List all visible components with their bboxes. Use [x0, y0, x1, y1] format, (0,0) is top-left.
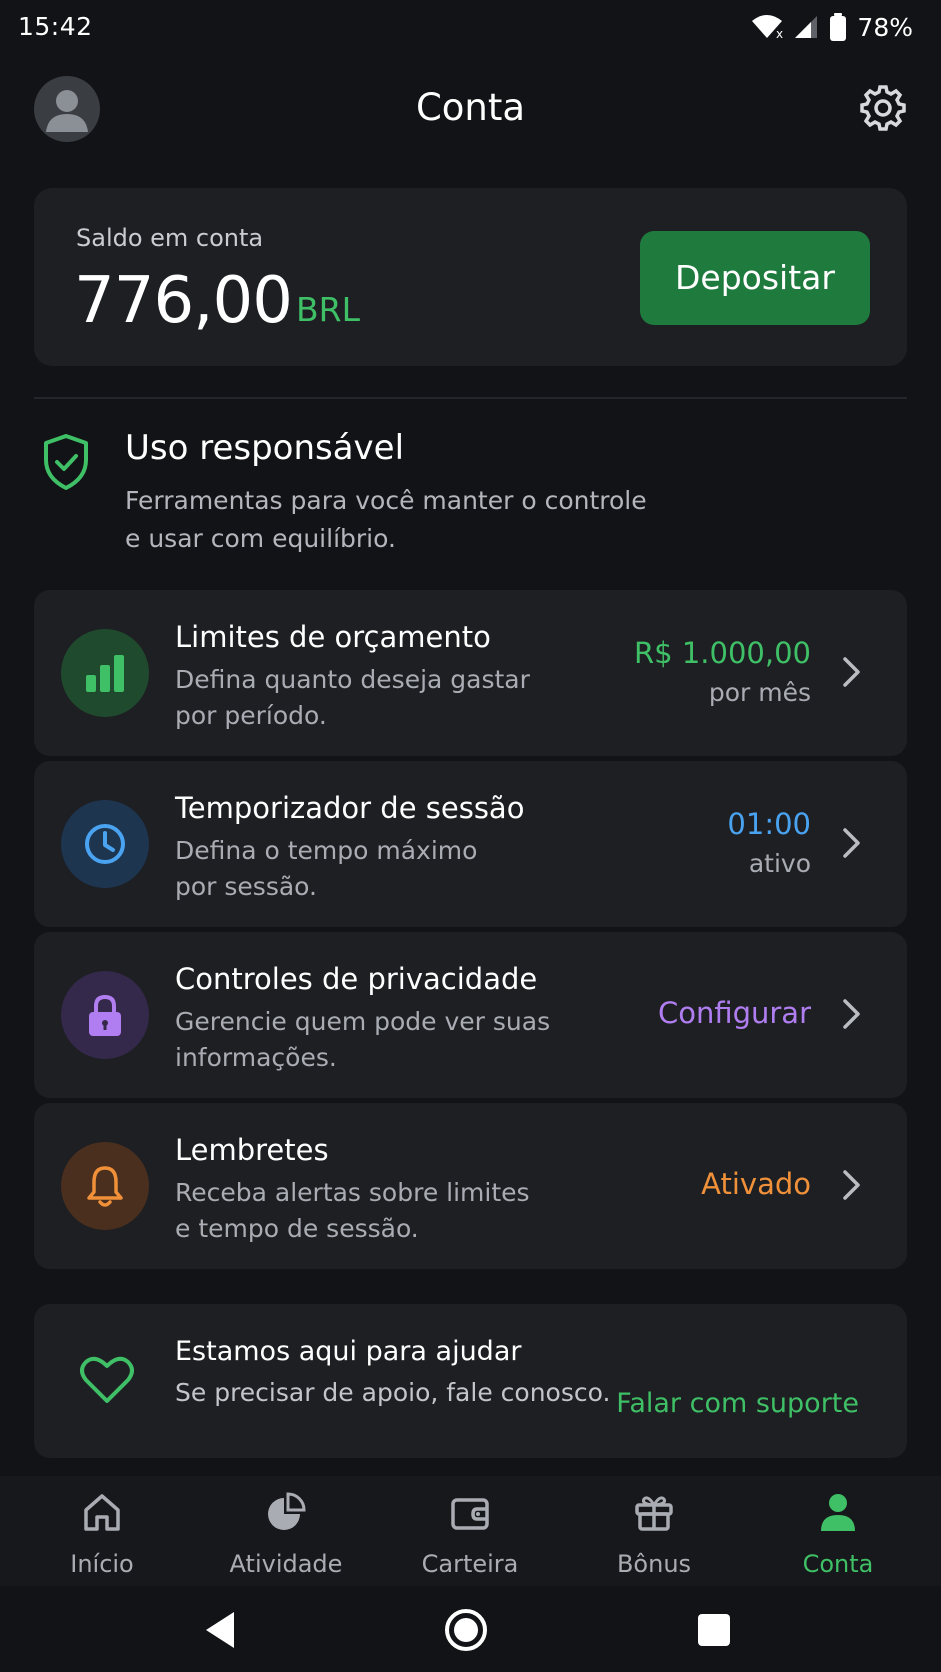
shield-check-icon: [40, 432, 92, 492]
svg-text:x: x: [776, 27, 783, 40]
top-header: Conta: [0, 72, 941, 148]
privacy-icon-circle: [61, 971, 149, 1059]
chevron-right-icon: [843, 657, 860, 687]
session-timer-status: ativo: [748, 849, 811, 878]
battery-icon: [829, 13, 847, 41]
pie-chart-icon: [268, 1492, 306, 1530]
budget-limits-description: Defina quanto deseja gastar por período.: [175, 662, 575, 734]
budget-icon-circle: [61, 629, 149, 717]
responsible-use-description-line-1: Ferramentas para você manter o controle: [125, 486, 647, 515]
responsible-use-title: Uso responsável: [125, 428, 405, 468]
session-timer-description-line-1: Defina o tempo máximo: [175, 836, 478, 865]
chevron-right-icon: [843, 1170, 860, 1200]
back-triangle-icon: [206, 1612, 234, 1648]
status-icons: x 78%: [751, 10, 913, 44]
session-timer-item[interactable]: Temporizador de sessão Defina o tempo má…: [34, 761, 907, 927]
support-title: Estamos aqui para ajudar: [175, 1336, 522, 1367]
contact-support-link[interactable]: Falar com suporte: [616, 1388, 859, 1419]
balance-amount: 776,00: [74, 264, 293, 338]
reminders-icon-circle: [61, 1142, 149, 1230]
privacy-controls-item[interactable]: Controles de privacidade Gerencie quem p…: [34, 932, 907, 1098]
budget-limits-description-line-1: Defina quanto deseja gastar: [175, 665, 530, 694]
bottom-navigation: Início Atividade Carteira Bônus Conta: [0, 1476, 941, 1586]
privacy-controls-description-line-1: Gerencie quem pode ver suas: [175, 1007, 551, 1036]
budget-limit-value: R$ 1.000,00: [634, 636, 811, 670]
settings-button[interactable]: [859, 84, 907, 132]
battery-percentage: 78%: [857, 12, 913, 42]
heart-icon: [80, 1354, 134, 1406]
nav-bonus-label: Bônus: [616, 1550, 692, 1578]
timer-icon-circle: [61, 800, 149, 888]
bell-icon: [87, 1166, 123, 1207]
status-bar: 15:42 x 78%: [0, 0, 941, 56]
session-timer-title: Temporizador de sessão: [175, 791, 525, 825]
reminders-item[interactable]: Lembretes Receba alertas sobre limites e…: [34, 1103, 907, 1269]
home-icon: [84, 1494, 120, 1531]
status-time: 15:42: [18, 12, 93, 41]
recents-square-icon: [698, 1614, 730, 1646]
home-button[interactable]: [442, 1606, 490, 1654]
session-timer-description-line-2: por sessão.: [175, 872, 317, 901]
deposit-button[interactable]: Depositar: [640, 231, 870, 325]
nav-account[interactable]: Conta: [744, 1476, 932, 1586]
reminders-description-line-2: e tempo de sessão.: [175, 1214, 419, 1243]
wallet-icon: [451, 1498, 489, 1530]
budget-limits-item[interactable]: Limites de orçamento Defina quanto desej…: [34, 590, 907, 756]
chevron-right-icon: [843, 828, 860, 858]
nav-bonus[interactable]: Bônus: [560, 1476, 748, 1586]
bar-chart-icon: [86, 655, 124, 692]
privacy-configure-link[interactable]: Configurar: [658, 996, 811, 1030]
nav-wallet-label: Carteira: [421, 1550, 519, 1578]
support-card: Estamos aqui para ajudar Se precisar de …: [34, 1304, 907, 1458]
cell-signal-icon: [793, 14, 819, 40]
responsible-use-description: Ferramentas para você manter o controle …: [125, 482, 685, 558]
nav-home[interactable]: Início: [8, 1476, 196, 1586]
budget-limits-description-line-2: por período.: [175, 701, 327, 730]
balance-label: Saldo em conta: [76, 224, 264, 252]
budget-limits-title: Limites de orçamento: [175, 620, 491, 654]
reminders-status: Ativado: [701, 1167, 811, 1201]
privacy-controls-description-line-2: informações.: [175, 1043, 337, 1072]
lock-icon: [89, 994, 121, 1036]
system-navigation-bar: [0, 1586, 941, 1672]
gear-icon: [860, 85, 906, 131]
gift-icon: [635, 1496, 673, 1531]
chevron-right-icon: [843, 999, 860, 1029]
nav-wallet[interactable]: Carteira: [376, 1476, 564, 1586]
home-circle-icon: [445, 1609, 487, 1651]
reminders-title: Lembretes: [175, 1133, 329, 1167]
privacy-controls-description: Gerencie quem pode ver suas informações.: [175, 1004, 575, 1076]
privacy-controls-title: Controles de privacidade: [175, 962, 538, 996]
balance-currency: BRL: [296, 290, 360, 329]
budget-limit-period: por mês: [708, 678, 811, 707]
nav-activity[interactable]: Atividade: [192, 1476, 380, 1586]
session-timer-value: 01:00: [727, 807, 811, 841]
responsible-use-description-line-2: e usar com equilíbrio.: [125, 524, 396, 553]
responsible-use-section: Uso responsável Ferramentas para você ma…: [0, 420, 941, 570]
session-timer-description: Defina o tempo máximo por sessão.: [175, 833, 575, 905]
nav-activity-label: Atividade: [229, 1550, 343, 1578]
balance-card: Saldo em conta 776,00 BRL Depositar: [34, 188, 907, 366]
clock-icon: [85, 824, 125, 864]
section-divider: [34, 397, 907, 399]
reminders-description-line-1: Receba alertas sobre limites: [175, 1178, 530, 1207]
wifi-icon: x: [751, 14, 783, 40]
recents-button[interactable]: [690, 1606, 738, 1654]
reminders-description: Receba alertas sobre limites e tempo de …: [175, 1175, 575, 1247]
nav-account-label: Conta: [802, 1550, 874, 1578]
nav-home-label: Início: [70, 1550, 134, 1578]
user-icon: [821, 1494, 855, 1531]
account-screen: 15:42 x 78% Conta Saldo em conta 776,00 …: [0, 0, 941, 1672]
page-title: Conta: [415, 86, 526, 129]
support-description: Se precisar de apoio, fale conosco.: [175, 1378, 611, 1407]
back-button[interactable]: [198, 1606, 246, 1654]
